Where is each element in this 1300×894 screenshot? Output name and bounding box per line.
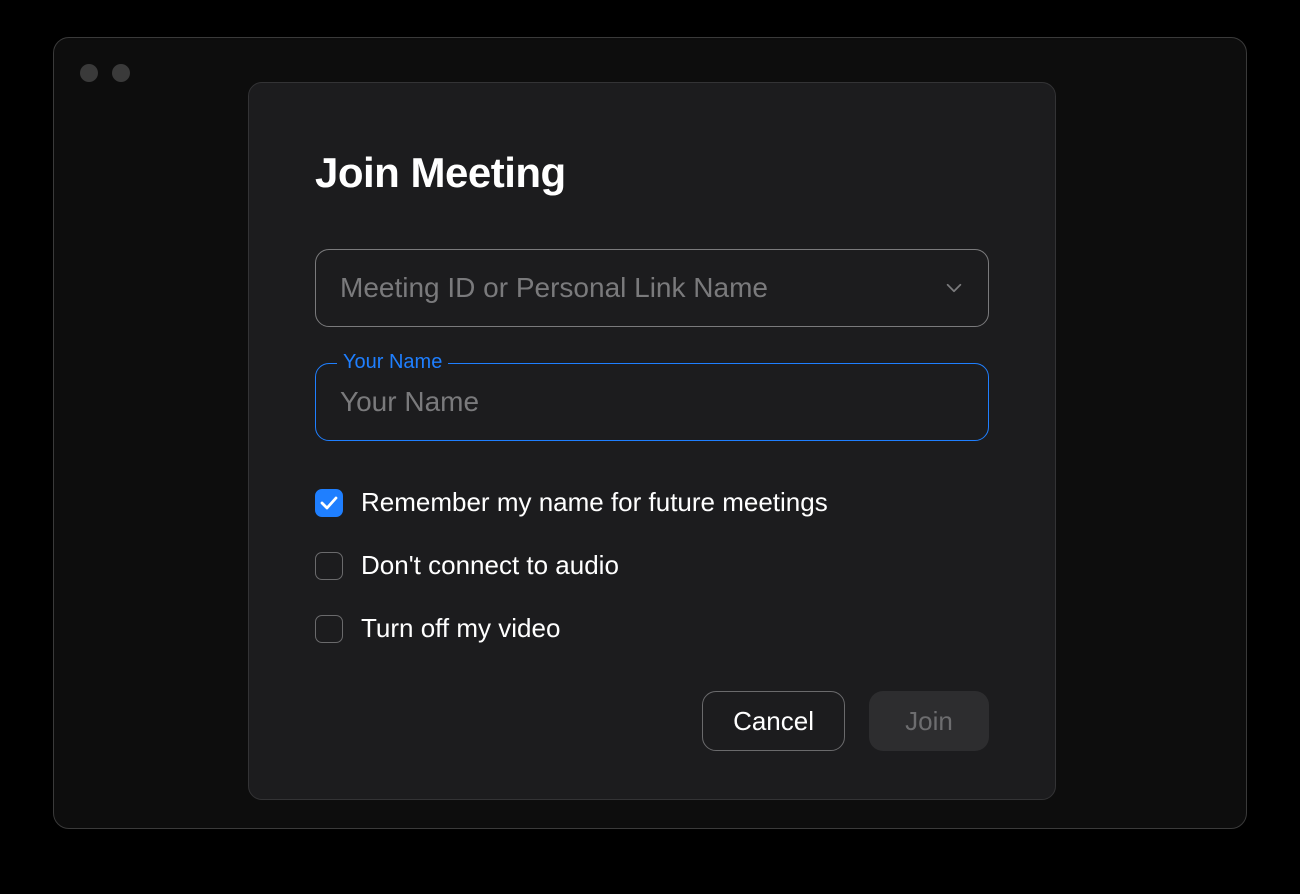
remember-name-label: Remember my name for future meetings xyxy=(361,487,828,518)
your-name-input[interactable] xyxy=(315,363,989,441)
no-audio-checkbox[interactable] xyxy=(315,552,343,580)
join-button[interactable]: Join xyxy=(869,691,989,751)
meeting-id-row: Meeting ID or Personal Link Name xyxy=(315,249,989,327)
dialog-title: Join Meeting xyxy=(315,149,989,197)
your-name-float-label: Your Name xyxy=(337,351,448,374)
your-name-row: Your Name xyxy=(315,363,989,441)
window-close-button[interactable] xyxy=(80,64,98,82)
join-meeting-dialog: Join Meeting Meeting ID or Personal Link… xyxy=(248,82,1056,800)
checkmark-icon xyxy=(320,496,338,510)
app-window: Join Meeting Meeting ID or Personal Link… xyxy=(53,37,1247,829)
dialog-buttons: Cancel Join xyxy=(702,691,989,751)
window-minimize-button[interactable] xyxy=(112,64,130,82)
no-video-label: Turn off my video xyxy=(361,613,560,644)
no-audio-label: Don't connect to audio xyxy=(361,550,619,581)
no-video-checkbox-row[interactable]: Turn off my video xyxy=(315,613,989,644)
cancel-button[interactable]: Cancel xyxy=(702,691,845,751)
options-group: Remember my name for future meetings Don… xyxy=(315,487,989,644)
no-audio-checkbox-row[interactable]: Don't connect to audio xyxy=(315,550,989,581)
no-video-checkbox[interactable] xyxy=(315,615,343,643)
meeting-id-combobox[interactable]: Meeting ID or Personal Link Name xyxy=(315,249,989,327)
remember-name-checkbox[interactable] xyxy=(315,489,343,517)
remember-name-checkbox-row[interactable]: Remember my name for future meetings xyxy=(315,487,989,518)
window-controls xyxy=(80,64,130,82)
chevron-down-icon xyxy=(944,282,964,294)
meeting-id-placeholder: Meeting ID or Personal Link Name xyxy=(340,272,944,304)
